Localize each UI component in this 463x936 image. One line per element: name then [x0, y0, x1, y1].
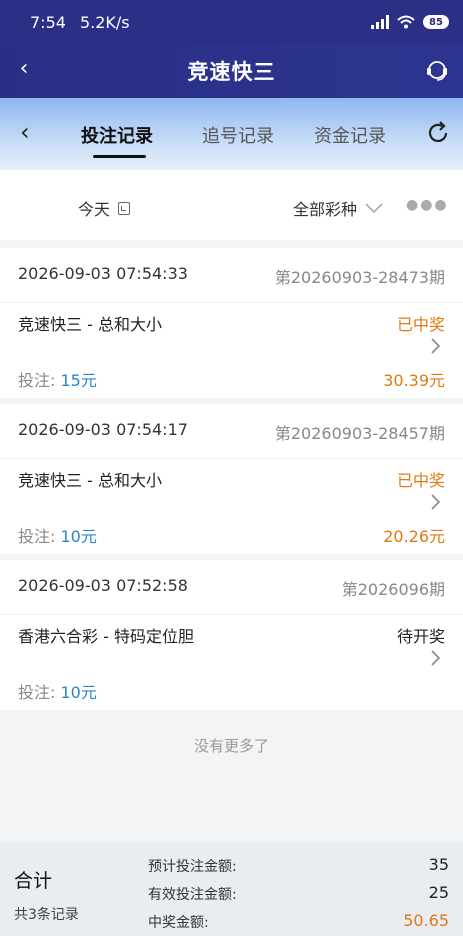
network-speed: 5.2K/s: [79, 12, 130, 32]
lottery-type-filter[interactable]: 全部彩种: [293, 196, 383, 220]
record-issue: 第20260903-28473期: [274, 268, 445, 287]
date-filter-label: 今天: [78, 200, 111, 219]
app-bar: ‹ 竞速快三: [0, 44, 463, 98]
chevron-left-icon[interactable]: ‹: [20, 118, 40, 146]
tab-chase-records[interactable]: 追号记录: [202, 122, 274, 148]
record-status: 已中奖: [396, 315, 445, 334]
chevron-right-icon[interactable]: [425, 648, 445, 668]
record-prize: 20.26元: [383, 527, 445, 546]
summary-count: 共3条记录: [14, 907, 79, 923]
tab-bar: ‹ 投注记录 追号记录 资金记录: [0, 98, 463, 170]
record-issue: 第2026096期: [341, 580, 445, 599]
lottery-type-label: 全部彩种: [293, 200, 358, 219]
bet-label: 投注:: [18, 371, 61, 390]
active-tab-indicator: [93, 155, 146, 158]
bet-amount: 15元: [60, 371, 97, 390]
summary-footer: 合计 共3条记录 预计投注金额: 35 有效投注金额: 25 中奖金额: 50.…: [0, 842, 463, 936]
record-status: 待开奖: [396, 627, 445, 646]
valid-bet-label: 有效投注金额:: [148, 887, 237, 903]
bet-label: 投注:: [18, 683, 61, 702]
record-bet: 投注: 15元: [18, 367, 97, 391]
record-time: 2026-09-03 07:54:17: [18, 420, 188, 439]
record-bet: 投注: 10元: [18, 679, 97, 703]
bet-amount: 10元: [60, 527, 97, 546]
summary-label: 合计: [14, 870, 53, 892]
record-status: 已中奖: [396, 471, 445, 490]
record-bet: 投注: 10元: [18, 523, 97, 547]
divider: [0, 614, 463, 615]
record-time: 2026-09-03 07:54:33: [18, 264, 188, 283]
bet-amount: 10元: [60, 683, 97, 702]
divider: [0, 302, 463, 303]
chevron-right-icon[interactable]: [425, 492, 445, 512]
win-amount-label: 中奖金额:: [148, 915, 209, 931]
calendar-icon: [118, 201, 131, 215]
filter-bar: 今天 全部彩种 ●●●: [0, 170, 463, 240]
bet-label: 投注:: [18, 527, 61, 546]
chevron-right-icon[interactable]: [425, 336, 445, 356]
battery-icon: 85: [423, 15, 449, 29]
date-filter[interactable]: 今天: [78, 196, 131, 220]
record-game: 香港六合彩 - 特码定位胆: [18, 627, 194, 646]
record-time: 2026-09-03 07:52:58: [18, 576, 188, 595]
back-icon[interactable]: ‹: [12, 56, 36, 81]
status-bar: 7:54 5.2K/s 85: [0, 0, 463, 44]
page-title: 竞速快三: [187, 60, 276, 84]
signal-icon: [371, 15, 389, 29]
chevron-down-icon: [365, 203, 383, 213]
bet-record-card[interactable]: 2026-09-03 07:54:17 第20260903-28457期 竞速快…: [0, 404, 463, 554]
divider: [0, 458, 463, 459]
tab-fund-records[interactable]: 资金记录: [314, 122, 386, 148]
no-more-text: 没有更多了: [193, 737, 269, 755]
record-game: 竞速快三 - 总和大小: [18, 471, 162, 490]
refresh-icon[interactable]: [425, 120, 451, 146]
record-game: 竞速快三 - 总和大小: [18, 315, 162, 334]
status-time: 7:54: [30, 12, 66, 32]
more-icon[interactable]: ●●●: [406, 197, 449, 213]
tab-bet-records[interactable]: 投注记录: [81, 122, 153, 148]
bet-record-card[interactable]: 2026-09-03 07:52:58 第2026096期 香港六合彩 - 特码…: [0, 560, 463, 710]
wifi-icon: [397, 15, 415, 29]
expected-bet-label: 预计投注金额:: [148, 859, 237, 875]
win-amount-value: 50.65: [403, 911, 449, 930]
valid-bet-value: 25: [428, 883, 449, 902]
expected-bet-value: 35: [428, 855, 449, 874]
status-icons: 85: [371, 15, 449, 29]
record-issue: 第20260903-28457期: [274, 424, 445, 443]
customer-service-icon[interactable]: [425, 58, 449, 82]
bet-record-card[interactable]: 2026-09-03 07:54:33 第20260903-28473期 竞速快…: [0, 248, 463, 398]
record-prize: 30.39元: [383, 371, 445, 390]
